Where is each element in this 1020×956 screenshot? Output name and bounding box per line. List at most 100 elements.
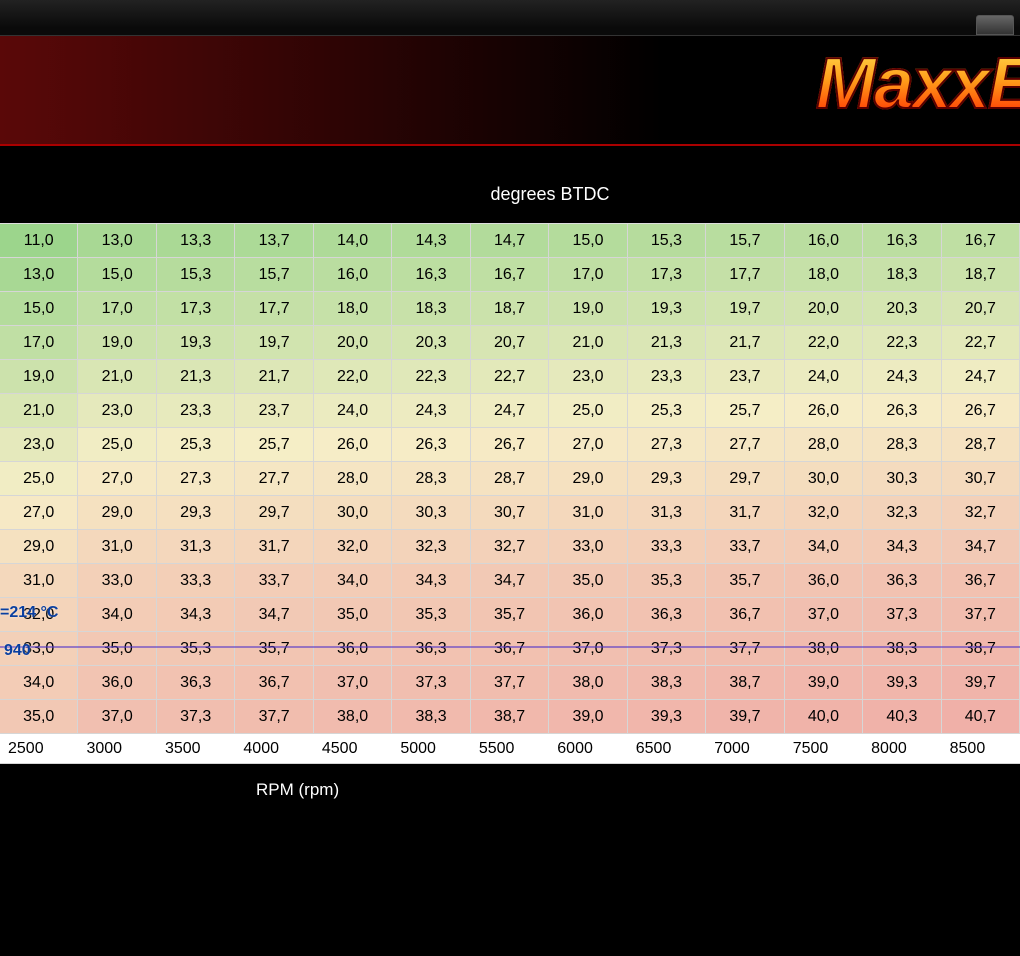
table-cell[interactable]: 32,3 [392, 530, 470, 563]
table-cell[interactable]: 36,7 [942, 564, 1020, 597]
table-cell[interactable]: 19,3 [628, 292, 706, 325]
table-cell[interactable]: 18,3 [392, 292, 470, 325]
table-cell[interactable]: 23,0 [0, 428, 78, 461]
table-cell[interactable]: 22,7 [471, 360, 549, 393]
table-cell[interactable]: 20,0 [314, 326, 392, 359]
table-cell[interactable]: 38,3 [392, 700, 470, 733]
table-cell[interactable]: 40,7 [942, 700, 1020, 733]
table-cell[interactable]: 16,0 [314, 258, 392, 291]
table-cell[interactable]: 19,7 [235, 326, 313, 359]
table-cell[interactable]: 26,0 [785, 394, 863, 427]
table-cell[interactable]: 20,0 [785, 292, 863, 325]
table-cell[interactable]: 33,3 [157, 564, 235, 597]
table-cell[interactable]: 36,7 [235, 666, 313, 699]
table-cell[interactable]: 24,3 [392, 394, 470, 427]
table-cell[interactable]: 23,3 [628, 360, 706, 393]
table-cell[interactable]: 38,3 [628, 666, 706, 699]
table-cell[interactable]: 35,3 [157, 632, 235, 665]
table-cell[interactable]: 13,3 [157, 224, 235, 257]
table-cell[interactable]: 35,3 [392, 598, 470, 631]
table-cell[interactable]: 20,7 [942, 292, 1020, 325]
table-cell[interactable]: 34,3 [863, 530, 941, 563]
table-cell[interactable]: 36,0 [549, 598, 627, 631]
table-cell[interactable]: 32,0 [314, 530, 392, 563]
table-cell[interactable]: 38,0 [549, 666, 627, 699]
table-cell[interactable]: 35,7 [471, 598, 549, 631]
table-cell[interactable]: 25,0 [78, 428, 156, 461]
table-cell[interactable]: 37,7 [471, 666, 549, 699]
table-cell[interactable]: 28,3 [863, 428, 941, 461]
table-cell[interactable]: 28,0 [785, 428, 863, 461]
table-cell[interactable]: 33,7 [235, 564, 313, 597]
table-cell[interactable]: 22,3 [392, 360, 470, 393]
table-cell[interactable]: 34,3 [392, 564, 470, 597]
table-cell[interactable]: 15,0 [549, 224, 627, 257]
table-cell[interactable]: 21,7 [235, 360, 313, 393]
table-cell[interactable]: 25,7 [706, 394, 784, 427]
table-cell[interactable]: 16,0 [785, 224, 863, 257]
table-cell[interactable]: 39,7 [706, 700, 784, 733]
table-cell[interactable]: 19,0 [549, 292, 627, 325]
table-cell[interactable]: 15,3 [157, 258, 235, 291]
table-cell[interactable]: 21,0 [549, 326, 627, 359]
table-cell[interactable]: 40,3 [863, 700, 941, 733]
table-cell[interactable]: 35,7 [235, 632, 313, 665]
table-cell[interactable]: 35,0 [0, 700, 78, 733]
table-cell[interactable]: 30,3 [863, 462, 941, 495]
table-cell[interactable]: 39,0 [549, 700, 627, 733]
table-cell[interactable]: 20,7 [471, 326, 549, 359]
table-cell[interactable]: 14,7 [471, 224, 549, 257]
table-cell[interactable]: 37,7 [942, 598, 1020, 631]
table-cell[interactable]: 17,7 [235, 292, 313, 325]
table-cell[interactable]: 32,0 [0, 598, 78, 631]
table-cell[interactable]: 39,7 [942, 666, 1020, 699]
table-cell[interactable]: 24,7 [471, 394, 549, 427]
table-cell[interactable]: 29,7 [706, 462, 784, 495]
table-cell[interactable]: 29,0 [0, 530, 78, 563]
table-cell[interactable]: 34,7 [942, 530, 1020, 563]
table-cell[interactable]: 31,0 [0, 564, 78, 597]
table-cell[interactable]: 28,3 [392, 462, 470, 495]
table-cell[interactable]: 17,3 [157, 292, 235, 325]
table-cell[interactable]: 38,0 [785, 632, 863, 665]
table-cell[interactable]: 35,0 [314, 598, 392, 631]
table-cell[interactable]: 22,0 [785, 326, 863, 359]
table-cell[interactable]: 29,0 [78, 496, 156, 529]
table-cell[interactable]: 27,7 [235, 462, 313, 495]
table-cell[interactable]: 36,0 [785, 564, 863, 597]
table-cell[interactable]: 35,0 [549, 564, 627, 597]
table-cell[interactable]: 23,0 [549, 360, 627, 393]
table-cell[interactable]: 34,7 [235, 598, 313, 631]
table-cell[interactable]: 17,3 [628, 258, 706, 291]
table-cell[interactable]: 37,3 [392, 666, 470, 699]
table-cell[interactable]: 24,3 [863, 360, 941, 393]
table-cell[interactable]: 17,0 [78, 292, 156, 325]
table-cell[interactable]: 37,7 [706, 632, 784, 665]
table-cell[interactable]: 27,3 [157, 462, 235, 495]
table-cell[interactable]: 38,0 [314, 700, 392, 733]
table-cell[interactable]: 36,3 [628, 598, 706, 631]
table-cell[interactable]: 29,3 [157, 496, 235, 529]
table-cell[interactable]: 21,3 [157, 360, 235, 393]
table-cell[interactable]: 28,0 [314, 462, 392, 495]
table-cell[interactable]: 33,0 [0, 632, 78, 665]
table-cell[interactable]: 18,3 [863, 258, 941, 291]
table-cell[interactable]: 37,0 [549, 632, 627, 665]
table-cell[interactable]: 21,7 [706, 326, 784, 359]
table-cell[interactable]: 26,7 [471, 428, 549, 461]
table-cell[interactable]: 24,7 [942, 360, 1020, 393]
table-cell[interactable]: 27,0 [549, 428, 627, 461]
table-cell[interactable]: 35,0 [78, 632, 156, 665]
table-cell[interactable]: 26,7 [942, 394, 1020, 427]
table-cell[interactable]: 35,3 [628, 564, 706, 597]
table-cell[interactable]: 16,3 [863, 224, 941, 257]
table-cell[interactable]: 37,0 [785, 598, 863, 631]
table-cell[interactable]: 32,0 [785, 496, 863, 529]
table-cell[interactable]: 21,0 [78, 360, 156, 393]
table-cell[interactable]: 29,7 [235, 496, 313, 529]
table-cell[interactable]: 18,0 [785, 258, 863, 291]
table-cell[interactable]: 19,0 [0, 360, 78, 393]
table-cell[interactable]: 18,0 [314, 292, 392, 325]
table-cell[interactable]: 34,0 [785, 530, 863, 563]
table-cell[interactable]: 19,7 [706, 292, 784, 325]
